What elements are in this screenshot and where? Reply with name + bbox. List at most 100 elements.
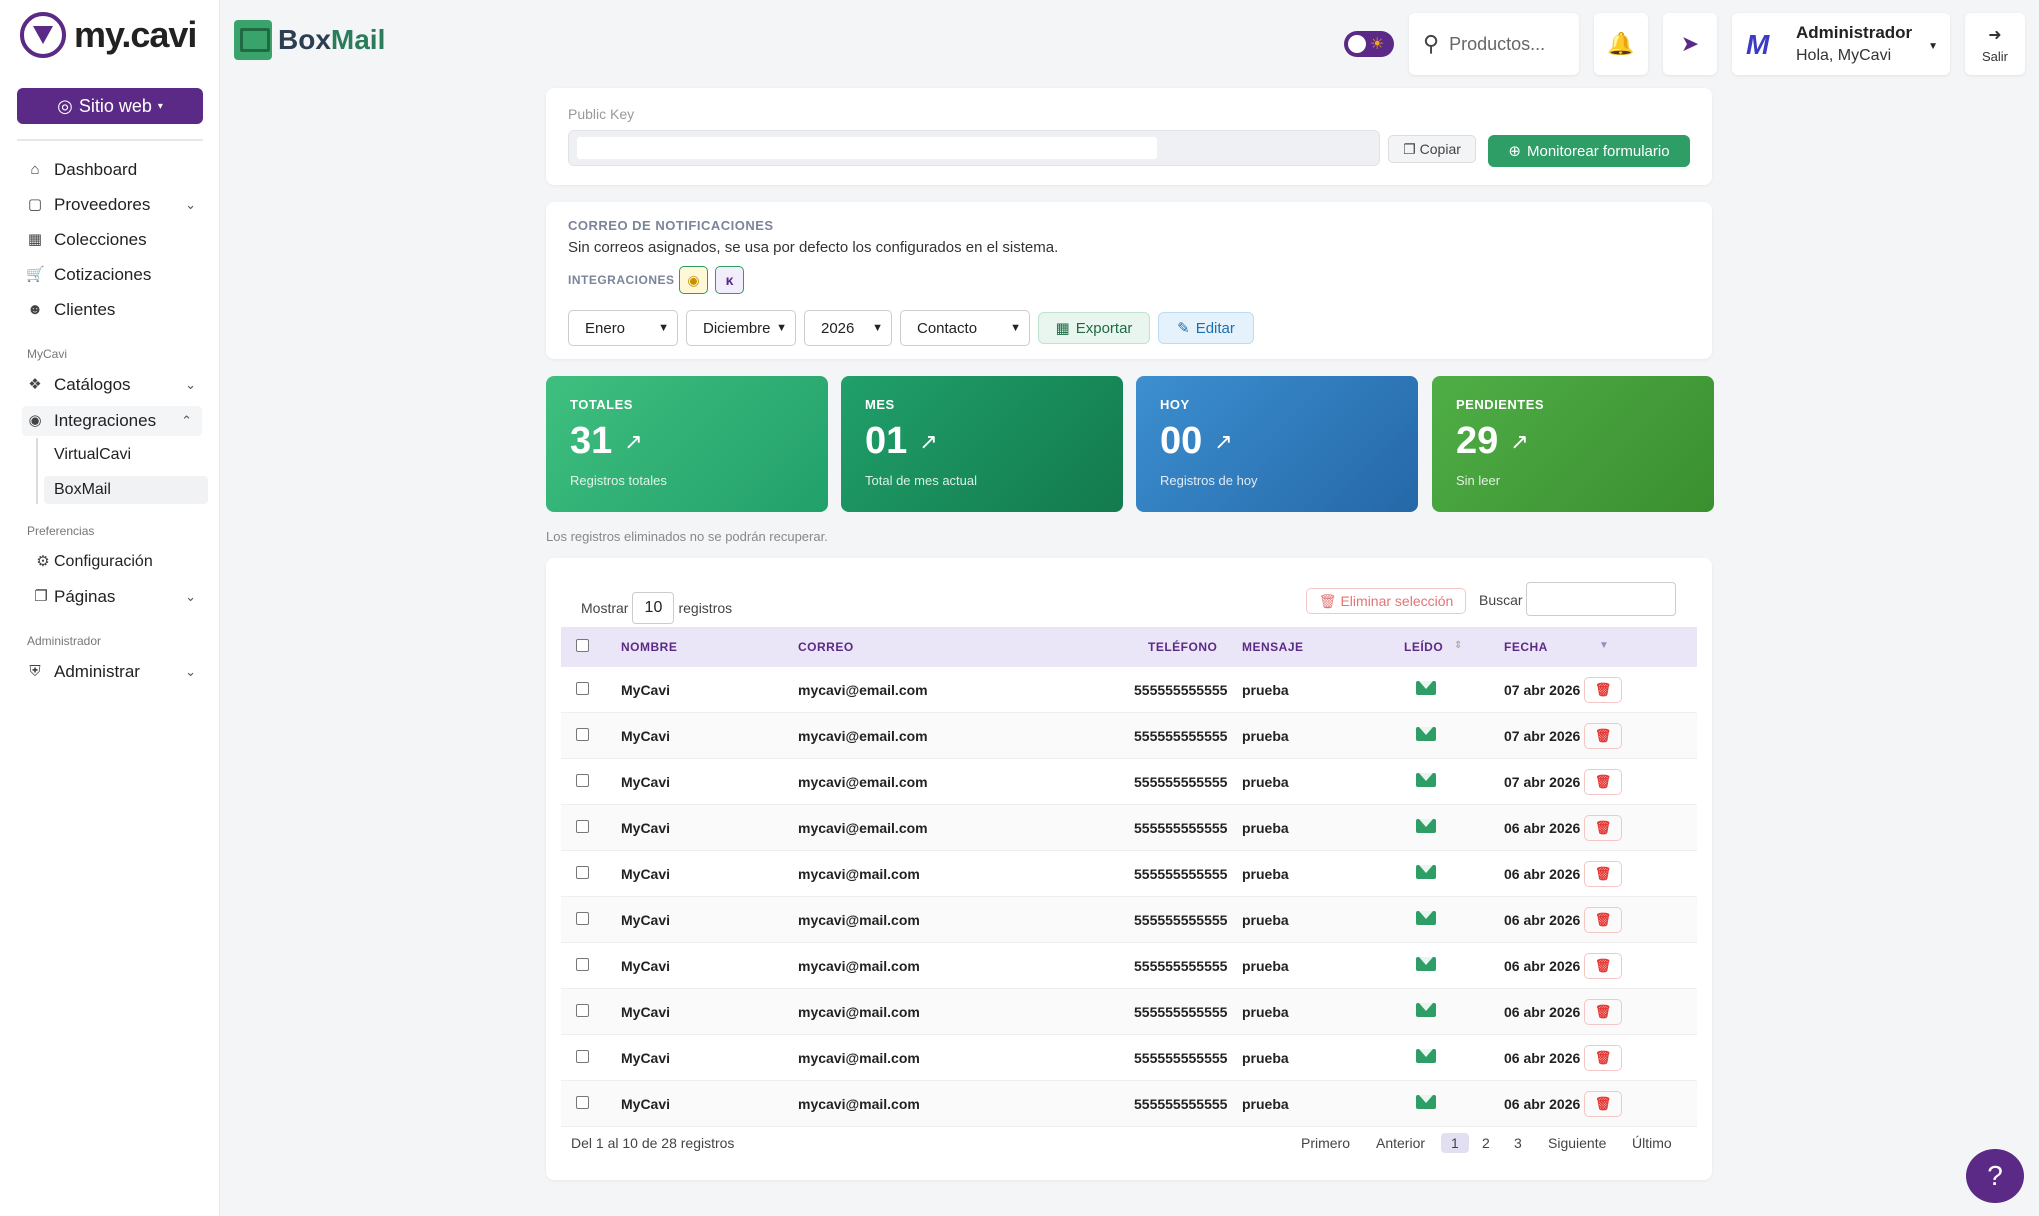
delete-row-button[interactable]: 🗑	[1584, 769, 1622, 795]
delete-row-button[interactable]: 🗑	[1584, 1091, 1622, 1117]
th-correo[interactable]: CORREO	[798, 640, 854, 654]
table-row: MyCavi mycavi@email.com 555555555555 prueba…	[561, 713, 1697, 759]
sidebar-item-clientes[interactable]: ☻ Clientes	[26, 295, 206, 325]
theme-toggle[interactable]	[1344, 31, 1394, 57]
notifications-button[interactable]: 🔔	[1594, 13, 1648, 75]
year-select[interactable]: 2026 ▼	[804, 310, 892, 346]
sidebar-item-paginas[interactable]: ❐ Páginas ⌄	[32, 582, 212, 612]
monitor-form-button[interactable]: ⊕ Monitorear formulario	[1488, 135, 1690, 167]
row-checkbox[interactable]	[576, 912, 589, 925]
integration-k-icon[interactable]: κ	[715, 266, 744, 294]
type-select[interactable]: Contacto ▼	[900, 310, 1030, 346]
row-checkbox[interactable]	[576, 1004, 589, 1017]
sidebar-item-configuracion[interactable]: ⚙ Configuración	[34, 547, 214, 577]
mycavi-logo[interactable]: my.cavi	[20, 12, 197, 58]
select-all-checkbox[interactable]	[576, 639, 589, 652]
delete-row-button[interactable]: 🗑	[1584, 815, 1622, 841]
row-checkbox[interactable]	[576, 1050, 589, 1063]
sidebar-subitem-boxmail[interactable]: BoxMail	[44, 476, 208, 504]
cell-phone: 555555555555	[1134, 728, 1228, 744]
cell-email: mycavi@mail.com	[798, 1096, 920, 1112]
cell-email: mycavi@mail.com	[798, 1004, 920, 1020]
delete-row-button[interactable]: 🗑	[1584, 723, 1622, 749]
month-from-select[interactable]: Enero ▼	[568, 310, 678, 346]
row-checkbox[interactable]	[576, 728, 589, 741]
cell-message: prueba	[1242, 820, 1289, 836]
stat-subtitle: Total de mes actual	[865, 473, 978, 488]
page-last[interactable]: Último	[1632, 1135, 1672, 1151]
row-checkbox[interactable]	[576, 958, 589, 971]
th-mensaje[interactable]: MENSAJE	[1242, 640, 1304, 654]
integration-mailchimp-icon[interactable]: ◉	[679, 266, 708, 294]
brand-title: BoxMail	[278, 24, 386, 55]
row-checkbox[interactable]	[576, 866, 589, 879]
public-key-label: Public Key	[568, 106, 635, 122]
page-first[interactable]: Primero	[1301, 1135, 1350, 1151]
sidebar-item-colecciones[interactable]: ▦ Colecciones	[26, 225, 206, 255]
trash-icon: 🗑	[1594, 912, 1612, 927]
edit-button[interactable]: ✎ Editar	[1158, 312, 1254, 344]
sidebar-item-integraciones[interactable]: ◉ Integraciones ⌃	[22, 406, 202, 436]
sidebar-item-label: Administrar	[54, 662, 140, 681]
row-checkbox[interactable]	[576, 1096, 589, 1109]
trash-icon: 🗑	[1594, 774, 1612, 789]
row-checkbox[interactable]	[576, 820, 589, 833]
show-label: Mostrar	[581, 600, 629, 616]
delete-row-button[interactable]: 🗑	[1584, 999, 1622, 1025]
page-3[interactable]: 3	[1514, 1135, 1522, 1151]
month-to-select[interactable]: Diciembre ▼	[686, 310, 796, 346]
sidebar-item-cotizaciones[interactable]: 🛒 Cotizaciones	[26, 260, 206, 290]
box-icon: ▢	[27, 196, 43, 213]
envelope-read-icon	[1416, 1095, 1436, 1109]
site-web-button[interactable]: ◎ Sitio web ▾	[17, 88, 203, 124]
help-button[interactable]: ?	[1966, 1149, 2024, 1203]
sidebar-item-proveedores[interactable]: ▢ Proveedores ⌄	[26, 190, 206, 220]
th-telefono[interactable]: TELÉFONO	[1148, 640, 1217, 654]
delete-row-button[interactable]: 🗑	[1584, 907, 1622, 933]
delete-row-button[interactable]: 🗑	[1584, 1045, 1622, 1071]
cell-message: prueba	[1242, 728, 1289, 744]
logout-button[interactable]: ➜ Salir	[1965, 13, 2025, 75]
chevron-down-icon: ▼	[658, 322, 669, 334]
user-menu[interactable]: M Administrador Hola, MyCavi ▼	[1732, 13, 1950, 75]
cell-name: MyCavi	[621, 728, 671, 744]
th-leido[interactable]: LEÍDO	[1404, 640, 1443, 654]
rocket-button[interactable]: ➤	[1663, 13, 1717, 75]
notifications-title: CORREO DE NOTIFICACIONES	[568, 218, 774, 233]
export-button[interactable]: ▦ Exportar	[1038, 312, 1150, 344]
page-2[interactable]: 2	[1482, 1135, 1490, 1151]
chevron-up-icon: ⌃	[181, 413, 192, 428]
table-row: MyCavi mycavi@email.com 555555555555 prueba…	[561, 805, 1697, 851]
delete-selection-button[interactable]: 🗑 Eliminar selección	[1306, 588, 1466, 614]
delete-row-button[interactable]: 🗑	[1584, 861, 1622, 887]
boxmail-brand: BoxMail	[234, 20, 385, 60]
search-placeholder: Productos...	[1449, 33, 1546, 54]
public-key-field[interactable]	[568, 130, 1380, 166]
page-size-input[interactable]: 10	[632, 592, 675, 624]
monitor-label: Monitorear formulario	[1527, 142, 1670, 160]
cell-message: prueba	[1242, 912, 1289, 928]
sidebar-item-label: Proveedores	[54, 195, 151, 214]
page-next[interactable]: Siguiente	[1548, 1135, 1606, 1151]
page-1[interactable]: 1	[1441, 1133, 1469, 1153]
trash-icon: 🗑	[1594, 728, 1612, 743]
cell-message: prueba	[1242, 958, 1289, 974]
sidebar-item-administrar[interactable]: ⛨ Administrar ⌄	[26, 657, 206, 687]
chevron-down-icon: ⌄	[185, 589, 196, 604]
boxmail-logo-icon	[234, 20, 272, 60]
product-search[interactable]: ⚲ Productos...	[1409, 13, 1579, 75]
th-fecha[interactable]: FECHA	[1504, 640, 1548, 654]
plus-circle-icon: ⊕	[1508, 143, 1521, 160]
page-prev[interactable]: Anterior	[1376, 1135, 1425, 1151]
sidebar-subitem-virtualcavi[interactable]: VirtualCavi	[44, 441, 208, 469]
delete-row-button[interactable]: 🗑	[1584, 953, 1622, 979]
table-search-input[interactable]	[1526, 582, 1676, 616]
copy-button[interactable]: ❐ Copiar	[1388, 135, 1476, 163]
row-checkbox[interactable]	[576, 682, 589, 695]
row-checkbox[interactable]	[576, 774, 589, 787]
sidebar-item-dashboard[interactable]: ⌂ Dashboard	[26, 155, 206, 185]
delete-row-button[interactable]: 🗑	[1584, 677, 1622, 703]
th-nombre[interactable]: NOMBRE	[621, 640, 677, 654]
stat-value: 01 ↗	[865, 420, 938, 462]
sidebar-item-catalogos[interactable]: ❖ Catálogos ⌄	[26, 370, 206, 400]
